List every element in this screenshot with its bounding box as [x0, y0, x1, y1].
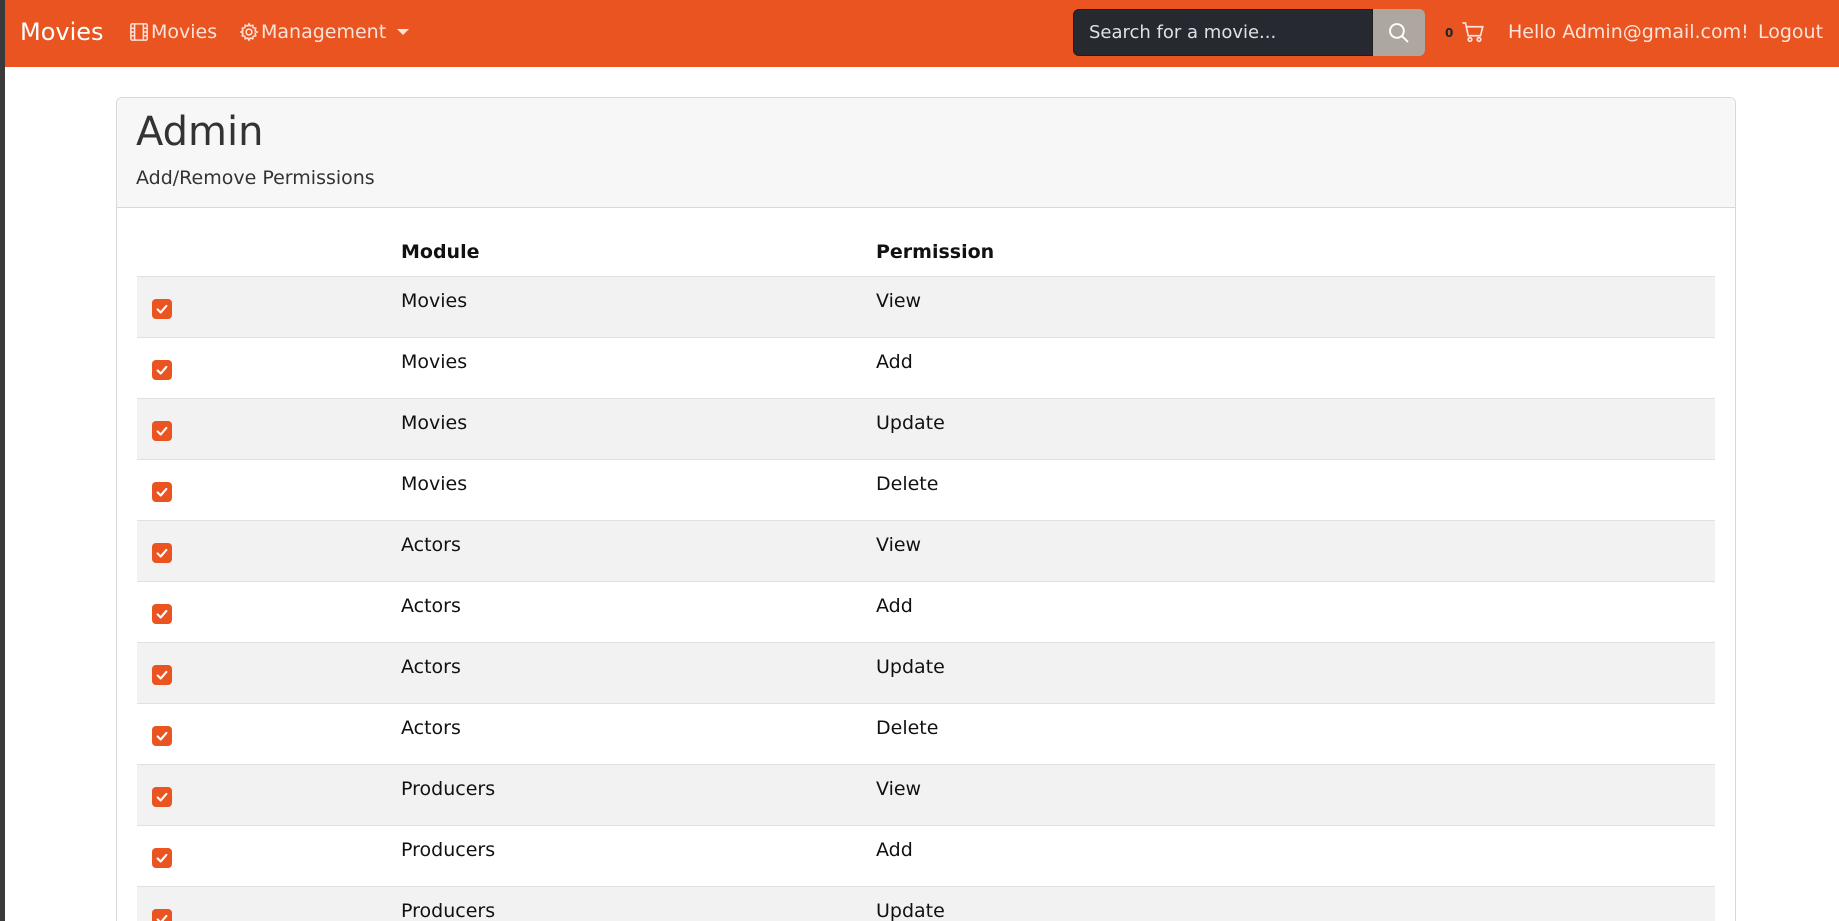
permission-checkbox[interactable] — [152, 298, 172, 319]
checkbox-cell — [137, 459, 401, 521]
header-module: Module — [401, 228, 876, 277]
search-input[interactable] — [1073, 9, 1373, 56]
permission-checkbox[interactable] — [152, 725, 172, 746]
checkbox-cell — [137, 825, 401, 887]
permission-cell: View — [876, 276, 1715, 338]
module-cell: Movies — [401, 337, 876, 399]
film-icon — [130, 23, 148, 41]
permission-checkbox[interactable] — [152, 664, 172, 685]
nav-movies-label: Movies — [151, 21, 218, 43]
cart-icon[interactable] — [1461, 20, 1485, 44]
checkmark-icon — [156, 609, 168, 619]
permission-cell: Add — [876, 337, 1715, 399]
module-cell: Actors — [401, 520, 876, 582]
gear-icon — [239, 22, 259, 42]
checkmark-icon — [156, 914, 168, 921]
checkmark-icon — [156, 426, 168, 436]
module-cell: Producers — [401, 764, 876, 826]
user-greeting-link[interactable]: Hello Admin@gmail.com! — [1508, 20, 1749, 44]
permission-cell: View — [876, 520, 1715, 582]
checkmark-icon — [156, 365, 168, 375]
checkbox-cell — [137, 337, 401, 399]
nav-management-dropdown[interactable]: Management — [239, 20, 410, 44]
checkmark-icon — [156, 731, 168, 741]
permission-cell: Delete — [876, 459, 1715, 521]
header-permission: Permission — [876, 228, 1715, 277]
table-row: Actors Delete — [137, 703, 1715, 765]
module-cell: Actors — [401, 703, 876, 765]
table-row: Producers View — [137, 764, 1715, 826]
page-subtitle: Add/Remove Permissions — [136, 167, 375, 189]
permissions-card: Admin Add/Remove Permissions Module Perm… — [116, 97, 1736, 921]
page-title: Admin — [136, 109, 264, 155]
cart-count-badge: 0 — [1445, 26, 1454, 40]
permission-cell: Add — [876, 581, 1715, 643]
module-cell: Producers — [401, 886, 876, 921]
module-cell: Movies — [401, 459, 876, 521]
permission-cell: Update — [876, 886, 1715, 921]
table-header-row: Module Permission — [137, 228, 1715, 277]
checkbox-cell — [137, 703, 401, 765]
permission-checkbox[interactable] — [152, 481, 172, 502]
nav-movies-link[interactable]: Movies — [129, 20, 217, 44]
module-cell: Movies — [401, 276, 876, 338]
permission-checkbox[interactable] — [152, 908, 172, 921]
checkmark-icon — [156, 792, 168, 802]
permission-checkbox[interactable] — [152, 420, 172, 441]
permissions-table-body: Movies View Movies Add Movies Update Movies Del… — [137, 276, 1715, 921]
header-checkbox-column — [137, 228, 401, 277]
checkbox-cell — [137, 398, 401, 460]
permission-cell: Update — [876, 642, 1715, 704]
module-cell: Actors — [401, 581, 876, 643]
checkmark-icon — [156, 670, 168, 680]
brand-link[interactable]: Movies — [20, 14, 104, 50]
table-row: Actors Add — [137, 581, 1715, 643]
table-row: Actors Update — [137, 642, 1715, 704]
search-button[interactable] — [1373, 9, 1425, 56]
table-row: Movies Delete — [137, 459, 1715, 521]
chevron-down-icon — [397, 29, 410, 35]
module-cell: Actors — [401, 642, 876, 704]
module-cell: Movies — [401, 398, 876, 460]
checkbox-cell — [137, 764, 401, 826]
table-row: Producers Update — [137, 886, 1715, 921]
permission-cell: View — [876, 764, 1715, 826]
checkmark-icon — [156, 548, 168, 558]
table-row: Movies Update — [137, 398, 1715, 460]
table-row: Producers Add — [137, 825, 1715, 887]
nav-management-label: Management — [261, 21, 387, 43]
checkbox-cell — [137, 581, 401, 643]
checkbox-cell — [137, 642, 401, 704]
table-row: Actors View — [137, 520, 1715, 582]
checkbox-cell — [137, 276, 401, 338]
permission-cell: Update — [876, 398, 1715, 460]
checkbox-cell — [137, 520, 401, 582]
permissions-table: Module Permission Movies View Movies Add Mov… — [137, 228, 1715, 921]
checkmark-icon — [156, 487, 168, 497]
permission-checkbox[interactable] — [152, 542, 172, 563]
checkbox-cell — [137, 886, 401, 921]
table-row: Movies Add — [137, 337, 1715, 399]
checkmark-icon — [156, 853, 168, 863]
search-icon — [1389, 22, 1409, 43]
permission-checkbox[interactable] — [152, 359, 172, 380]
logout-link[interactable]: Logout — [1758, 20, 1823, 44]
card-header: Admin Add/Remove Permissions — [117, 98, 1735, 208]
module-cell: Producers — [401, 825, 876, 887]
permission-checkbox[interactable] — [152, 847, 172, 868]
permission-cell: Add — [876, 825, 1715, 887]
navbar: Movies Movies Management Search for a mo… — [5, 0, 1839, 67]
permission-checkbox[interactable] — [152, 603, 172, 624]
table-row: Movies View — [137, 276, 1715, 338]
permission-checkbox[interactable] — [152, 786, 172, 807]
checkmark-icon — [156, 304, 168, 314]
browser-page: Movies Movies Management Search for a mo… — [5, 0, 1839, 921]
permission-cell: Delete — [876, 703, 1715, 765]
